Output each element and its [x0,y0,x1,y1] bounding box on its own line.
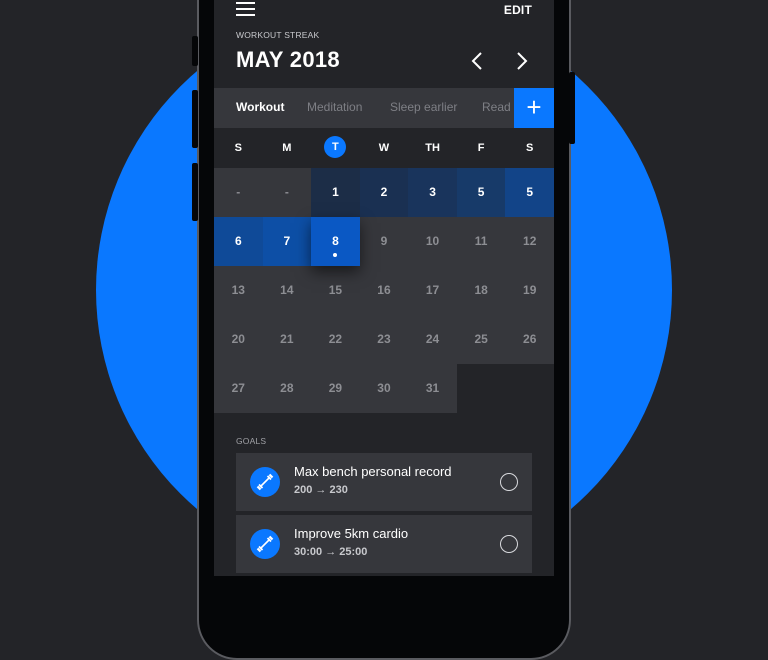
goal-card[interactable]: Improve 5km cardio 30:00 → 25:00 [236,515,532,573]
calendar-day-today[interactable]: 8 [311,217,360,266]
calendar-day[interactable]: 10 [408,217,457,266]
goal-title: Max bench personal record [294,464,452,479]
tab-read[interactable]: Read [482,100,511,114]
calendar-day[interactable]: 29 [311,364,360,413]
calendar-day[interactable]: 15 [311,266,360,315]
calendar-day[interactable]: 22 [311,315,360,364]
phone-power-button [569,72,575,144]
calendar-day-streak[interactable]: 5 [456,168,506,217]
calendar-day-streak[interactable]: 2 [359,168,409,217]
tab-sleep-earlier[interactable]: Sleep earlier [390,100,457,114]
phone-mute-switch [192,36,198,66]
calendar-day-streak[interactable]: 1 [311,168,360,217]
calendar-day[interactable]: 25 [456,315,506,364]
calendar-empty-cell [505,364,554,413]
calendar-day[interactable]: 17 [408,266,457,315]
weekday-label: F [457,128,506,168]
calendar-day[interactable]: 28 [262,364,312,413]
calendar-day[interactable]: 27 [214,364,263,413]
weekday-label: S [505,128,554,168]
edit-button[interactable]: EDIT [504,3,532,17]
calendar-day-streak[interactable]: 3 [408,168,457,217]
today-indicator-dot [333,253,338,257]
weekday-label: S [214,128,263,168]
calendar-day[interactable]: 20 [214,315,263,364]
goals-label: GOALS [236,436,267,446]
weekday-label: T [311,128,360,168]
weekday-label: TH [408,128,457,168]
phone-volume-up-button [192,90,198,148]
calendar-blank-day: - [214,168,263,217]
calendar-blank-day: - [262,168,312,217]
weekday-text: F [477,142,485,154]
goal-progress: 200 → 230 [294,484,348,496]
weekday-text: S [234,142,242,154]
goal-title: Improve 5km cardio [294,526,409,541]
dumbbell-icon [250,467,280,497]
goal-checkbox[interactable] [500,535,518,553]
calendar-day[interactable]: 26 [505,315,554,364]
weekday-text: TH [425,142,440,154]
calendar-day[interactable]: 9 [359,217,409,266]
add-habit-button[interactable]: + [514,88,554,128]
goal-card[interactable]: Max bench personal record 200 → 230 [236,453,532,511]
app-screen: EDIT WORKOUT STREAK MAY 2018 Workout Med… [214,0,554,576]
calendar-day-streak[interactable]: 6 [214,217,263,266]
calendar-empty-cell [456,364,506,413]
weekday-label: W [360,128,409,168]
calendar-grid: - -1 2 3 5 5 6 7 8 9 10 11 12 13 14 15 16 17 18 19 20 21 22 23 2… [214,168,554,413]
calendar-day[interactable]: 19 [505,266,554,315]
goal-progress: 30:00 → 25:00 [294,546,368,558]
tab-meditation[interactable]: Meditation [307,100,362,114]
habit-tabs: Workout Meditation Sleep earlier Read + [214,88,554,128]
weekday-text: W [378,142,390,154]
calendar-day[interactable]: 18 [456,266,506,315]
chevron-left-icon[interactable] [468,50,488,72]
tab-workout[interactable]: Workout [236,100,284,114]
streak-subtitle: WORKOUT STREAK [236,30,320,40]
month-title: MAY 2018 [236,47,340,72]
calendar-day-streak[interactable]: 7 [262,217,312,266]
calendar-day[interactable]: 31 [408,364,457,413]
calendar-day[interactable]: 12 [505,217,554,266]
calendar-day[interactable]: 21 [262,315,312,364]
calendar-day[interactable]: 11 [456,217,506,266]
chevron-right-icon[interactable] [511,50,531,72]
calendar-day-streak[interactable]: 5 [505,168,554,217]
weekday-header: S M T W TH F S [214,128,554,168]
dumbbell-icon [250,529,280,559]
calendar-day[interactable]: 13 [214,266,263,315]
weekday-text: M [282,142,292,154]
calendar-day[interactable]: 14 [262,266,312,315]
goal-checkbox[interactable] [500,473,518,491]
phone-volume-down-button [192,163,198,221]
today-weekday-badge: T [324,136,347,159]
calendar-day[interactable]: 24 [408,315,457,364]
hamburger-menu-icon[interactable] [236,2,255,16]
weekday-text: S [526,142,534,154]
calendar-day[interactable]: 30 [359,364,409,413]
calendar-day[interactable]: 23 [359,315,409,364]
calendar-day[interactable]: 16 [359,266,409,315]
weekday-label: M [263,128,312,168]
